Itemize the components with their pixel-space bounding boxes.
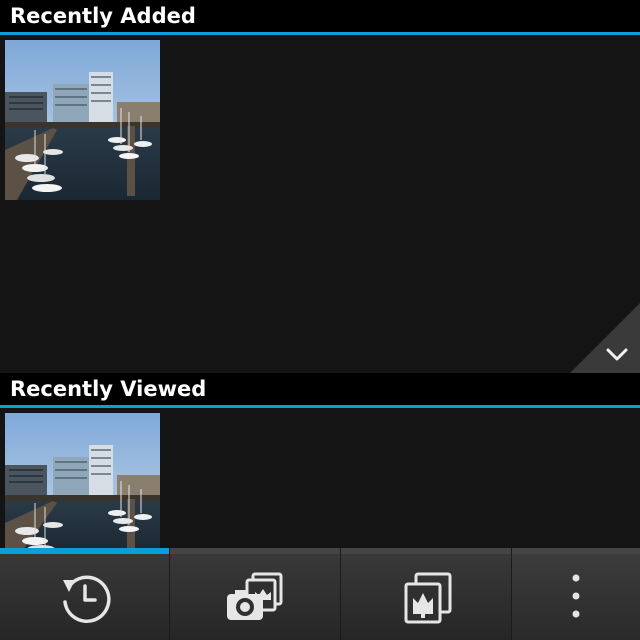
camera-pictures-icon: [227, 572, 283, 620]
section-title-recently-added: Recently Added: [0, 0, 640, 32]
recently-viewed-panel: [0, 408, 640, 548]
chevron-down-icon: [570, 303, 640, 373]
pictures-icon: [404, 572, 452, 624]
tab-camera-pictures[interactable]: [170, 548, 341, 640]
history-clock-icon: [62, 575, 111, 623]
tab-pictures[interactable]: [341, 548, 512, 640]
expand-button[interactable]: [570, 303, 640, 373]
photo-thumbnail[interactable]: [5, 40, 160, 200]
more-vertical-icon: [572, 574, 580, 618]
active-tab-indicator: [0, 548, 169, 554]
recently-added-panel: [0, 35, 640, 373]
overflow-menu-button[interactable]: [512, 548, 640, 640]
pictures-app: Recently Added Recently Viewed: [0, 0, 640, 640]
photo-thumbnail[interactable]: [5, 413, 160, 548]
action-bar: [0, 548, 640, 640]
tab-recent[interactable]: [0, 548, 170, 640]
section-title-recently-viewed: Recently Viewed: [0, 373, 640, 405]
